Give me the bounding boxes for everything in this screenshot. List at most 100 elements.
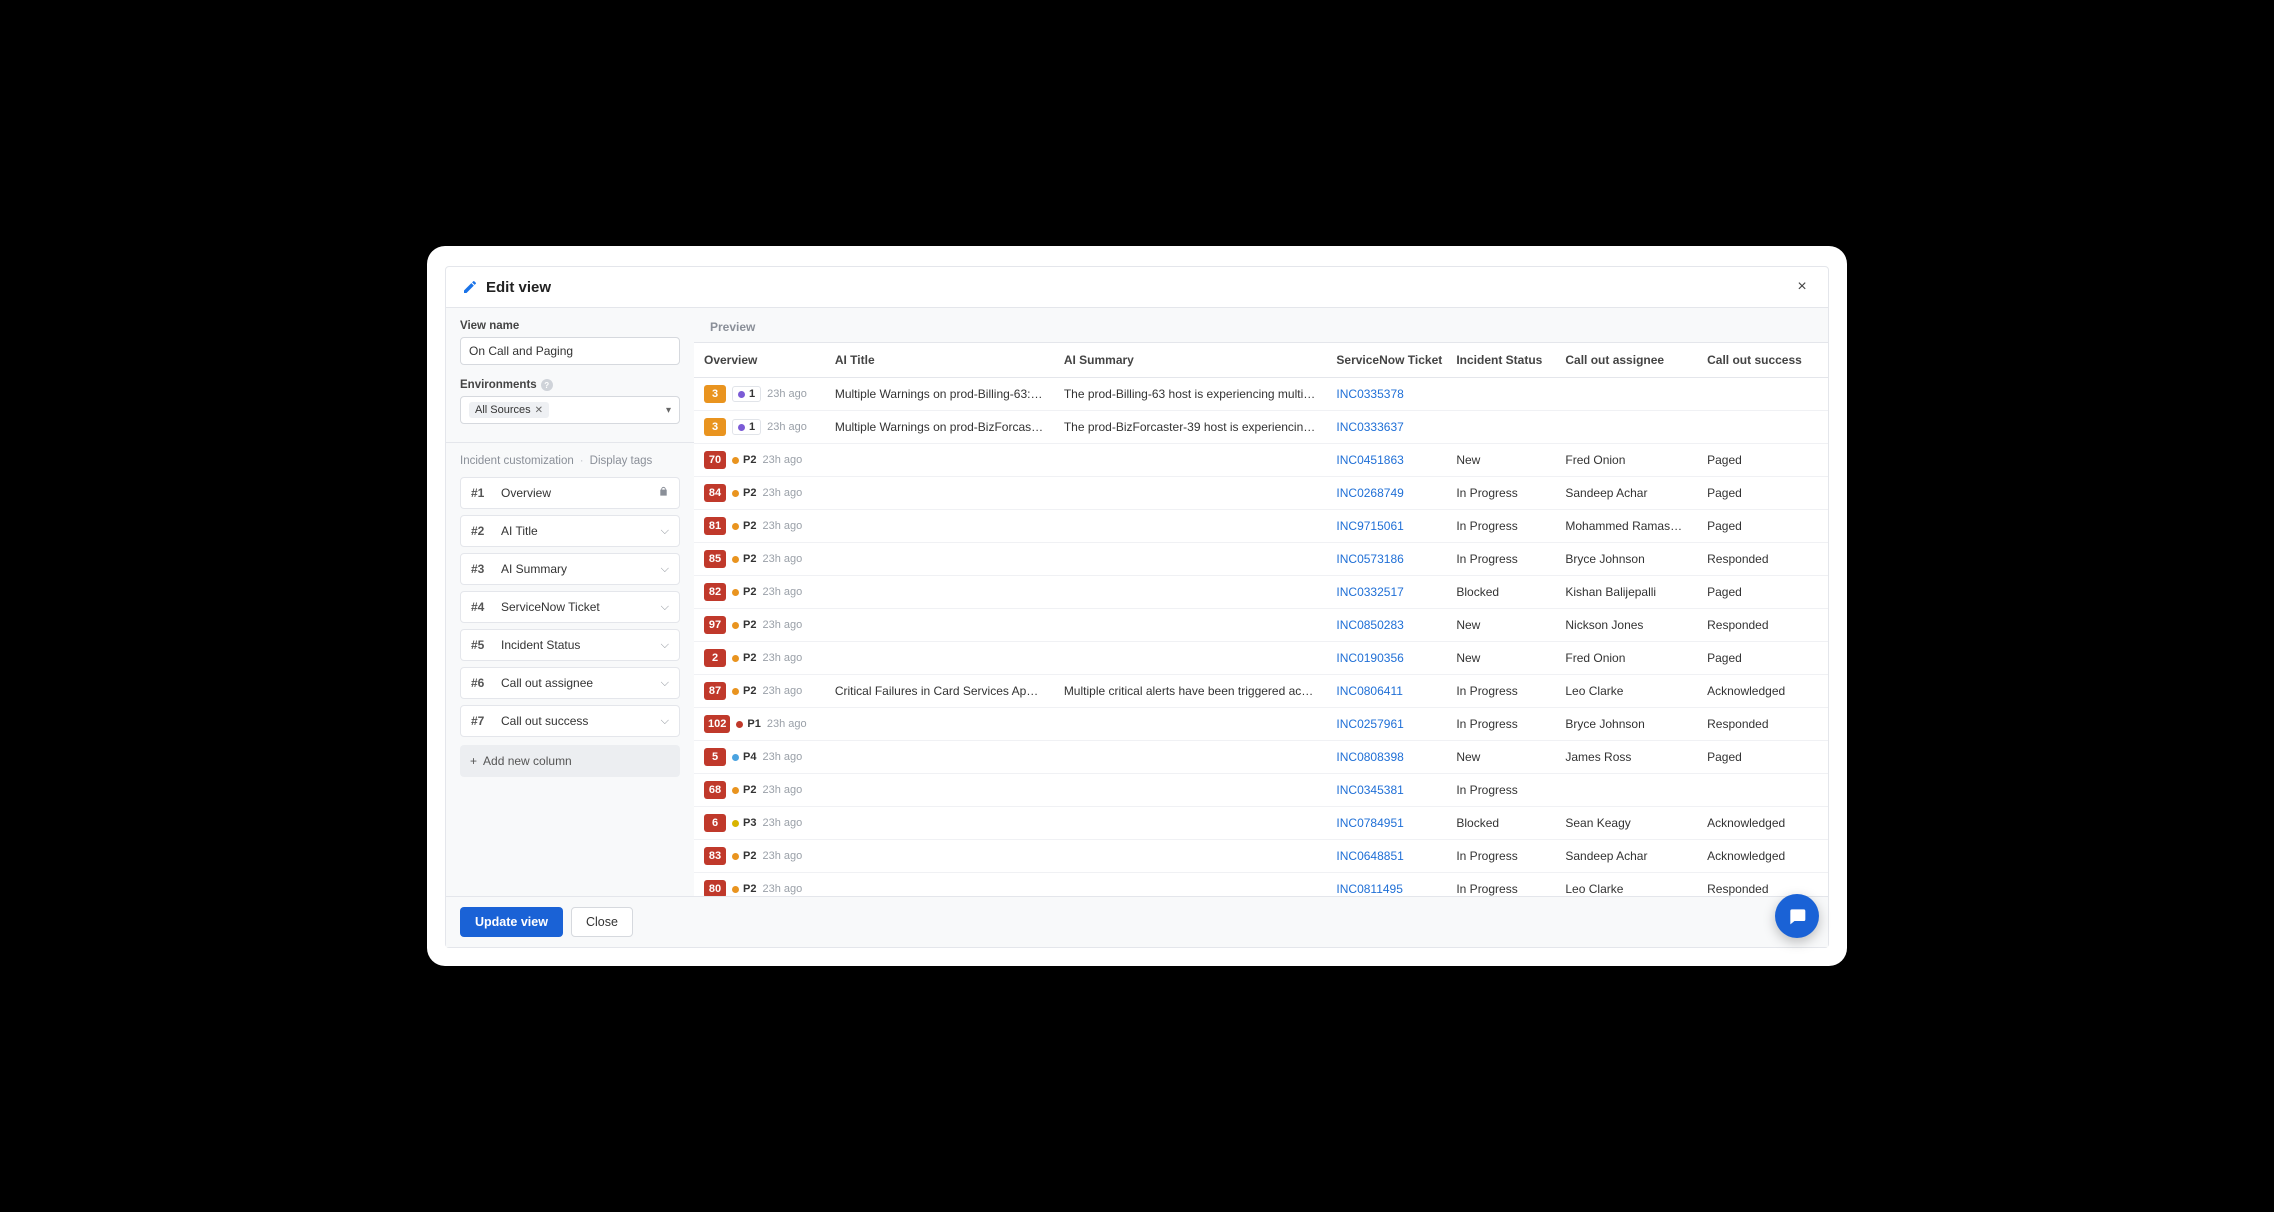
close-button[interactable]: × (1792, 277, 1812, 297)
priority-dot-icon (736, 721, 743, 728)
column-item[interactable]: #3AI Summary⌵ (460, 553, 680, 585)
column-item[interactable]: #2AI Title⌵ (460, 515, 680, 547)
column-item[interactable]: #5Incident Status⌵ (460, 629, 680, 661)
table-row[interactable]: 2P223h agoINC0190356NewFred OnionPaged (694, 642, 1828, 675)
priority-indicator: P2 (732, 520, 756, 532)
table-row[interactable]: 68P223h ago INC0345381 In Progress (694, 774, 1828, 807)
ai-summary-cell: Multiple critical alerts have been trigg… (1054, 675, 1327, 708)
ticket-link[interactable]: INC0345381 (1336, 783, 1403, 797)
ticket-link[interactable]: INC0190356 (1336, 651, 1403, 665)
ai-title-cell (825, 642, 1054, 675)
view-name-input[interactable] (460, 337, 680, 365)
column-name: Call out success (501, 714, 651, 728)
priority-label: 1 (749, 388, 755, 400)
priority-indicator: P2 (732, 619, 756, 631)
column-item[interactable]: #4ServiceNow Ticket⌵ (460, 591, 680, 623)
count-badge: 82 (704, 583, 726, 601)
table-row[interactable]: 3123h agoMultiple Warnings on prod-BizFo… (694, 411, 1828, 444)
column-header[interactable]: Incident Status (1446, 343, 1555, 378)
table-row[interactable]: 80P223h agoINC0811495In ProgressLeo Clar… (694, 873, 1828, 897)
assignee-cell: Fred Onion (1555, 642, 1697, 675)
table-row[interactable]: 81P223h agoINC9715061In ProgressMohammed… (694, 510, 1828, 543)
status-cell: In Progress (1446, 840, 1555, 873)
help-icon[interactable]: ? (541, 379, 553, 391)
success-cell: Responded (1697, 609, 1828, 642)
column-header[interactable]: Call out assignee (1555, 343, 1697, 378)
column-header[interactable]: Overview (694, 343, 825, 378)
table-row[interactable]: 87P223h agoCritical Failures in Card Ser… (694, 675, 1828, 708)
ticket-link[interactable]: INC0850283 (1336, 618, 1403, 632)
ticket-cell: INC9715061 (1326, 510, 1446, 543)
ticket-link[interactable]: INC0573186 (1336, 552, 1403, 566)
age-text: 23h ago (762, 685, 802, 697)
table-row[interactable]: 5P423h agoINC0808398NewJames RossPaged (694, 741, 1828, 774)
preview-table-scroll[interactable]: OverviewAI TitleAI SummaryServiceNow Tic… (694, 342, 1828, 896)
ticket-link[interactable]: INC0784951 (1336, 816, 1403, 830)
ticket-link[interactable]: INC0648851 (1336, 849, 1403, 863)
table-row[interactable]: 83P223h agoINC0648851In ProgressSandeep … (694, 840, 1828, 873)
priority-label: P2 (743, 685, 756, 697)
status-cell: In Progress (1446, 543, 1555, 576)
priority-label: P1 (747, 718, 760, 730)
success-cell: Acknowledged (1697, 840, 1828, 873)
success-cell: Responded (1697, 708, 1828, 741)
ticket-link[interactable]: INC0335378 (1336, 387, 1403, 401)
count-badge: 102 (704, 715, 730, 733)
count-badge: 3 (704, 385, 726, 403)
column-item[interactable]: #7Call out success⌵ (460, 705, 680, 737)
status-cell: In Progress (1446, 708, 1555, 741)
assignee-cell: Leo Clarke (1555, 675, 1697, 708)
ticket-link[interactable]: INC0333637 (1336, 420, 1403, 434)
table-row[interactable]: 70P223h agoINC0451863NewFred OnionPaged (694, 444, 1828, 477)
column-name: AI Summary (501, 562, 651, 576)
priority-dot-icon (732, 820, 739, 827)
ticket-link[interactable]: INC0808398 (1336, 750, 1403, 764)
column-item[interactable]: #1Overview (460, 477, 680, 509)
ticket-link[interactable]: INC0332517 (1336, 585, 1403, 599)
chevron-down-icon: ⌵ (661, 525, 669, 538)
close-footer-button[interactable]: Close (571, 907, 633, 937)
ticket-link[interactable]: INC0257961 (1336, 717, 1403, 731)
success-cell: Paged (1697, 444, 1828, 477)
count-badge: 81 (704, 517, 726, 535)
table-row[interactable]: 85P223h agoINC0573186In ProgressBryce Jo… (694, 543, 1828, 576)
table-row[interactable]: 3123h agoMultiple Warnings on prod-Billi… (694, 378, 1828, 411)
priority-label: P2 (743, 553, 756, 565)
overview-cell: 3123h ago (694, 411, 825, 444)
ticket-link[interactable]: INC0806411 (1336, 684, 1403, 698)
environments-select[interactable]: All Sources ✕ ▾ (460, 396, 680, 424)
success-cell (1697, 411, 1828, 444)
column-header[interactable]: AI Title (825, 343, 1054, 378)
column-name: Overview (501, 486, 648, 500)
ticket-link[interactable]: INC0268749 (1336, 486, 1403, 500)
count-badge: 83 (704, 847, 726, 865)
status-cell: In Progress (1446, 774, 1555, 807)
count-badge: 85 (704, 550, 726, 568)
priority-indicator: P2 (732, 850, 756, 862)
age-text: 23h ago (762, 883, 802, 895)
table-row[interactable]: 84P223h agoINC0268749In ProgressSandeep … (694, 477, 1828, 510)
chip-remove-icon[interactable]: ✕ (535, 405, 543, 416)
column-header[interactable]: Call out success (1697, 343, 1828, 378)
ticket-link[interactable]: INC9715061 (1336, 519, 1403, 533)
customization-header: Incident customization · Display tags (460, 455, 680, 467)
ai-summary-cell (1054, 576, 1327, 609)
preview-table: OverviewAI TitleAI SummaryServiceNow Tic… (694, 343, 1828, 896)
ticket-link[interactable]: INC0451863 (1336, 453, 1403, 467)
overview-cell: 68P223h ago (694, 774, 825, 807)
priority-label: P2 (743, 454, 756, 466)
table-row[interactable]: 97P223h agoINC0850283NewNickson JonesRes… (694, 609, 1828, 642)
update-view-button[interactable]: Update view (460, 907, 563, 937)
chat-fab[interactable] (1775, 894, 1819, 938)
age-text: 23h ago (762, 817, 802, 829)
add-column-button[interactable]: + Add new column (460, 745, 680, 777)
column-header[interactable]: AI Summary (1054, 343, 1327, 378)
column-header[interactable]: ServiceNow Ticket (1326, 343, 1446, 378)
ticket-link[interactable]: INC0811495 (1336, 882, 1403, 896)
assignee-cell: Fred Onion (1555, 444, 1697, 477)
column-item[interactable]: #6Call out assignee⌵ (460, 667, 680, 699)
modal-title: Edit view (486, 279, 551, 296)
table-row[interactable]: 82P223h agoINC0332517BlockedKishan Balij… (694, 576, 1828, 609)
table-row[interactable]: 6P323h agoINC0784951BlockedSean KeagyAck… (694, 807, 1828, 840)
table-row[interactable]: 102P123h agoINC0257961In ProgressBryce J… (694, 708, 1828, 741)
